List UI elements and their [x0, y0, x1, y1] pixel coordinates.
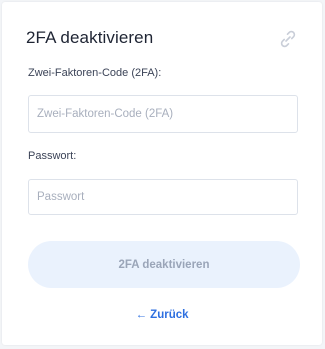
2fa-code-input[interactable]	[28, 95, 298, 133]
code-label: Zwei-Faktoren-Code (2FA):	[28, 67, 162, 79]
disable-2fa-button[interactable]: 2FA deaktivieren	[28, 241, 300, 288]
password-input[interactable]	[28, 179, 298, 215]
page-title: 2FA deaktivieren	[26, 28, 154, 47]
disable-2fa-card: 2FA deaktivieren Zwei-Faktoren-Code (2FA…	[2, 2, 322, 345]
back-link[interactable]: ← Zurück	[2, 309, 322, 321]
password-label: Passwort:	[28, 150, 77, 162]
unlink-icon	[278, 29, 298, 49]
